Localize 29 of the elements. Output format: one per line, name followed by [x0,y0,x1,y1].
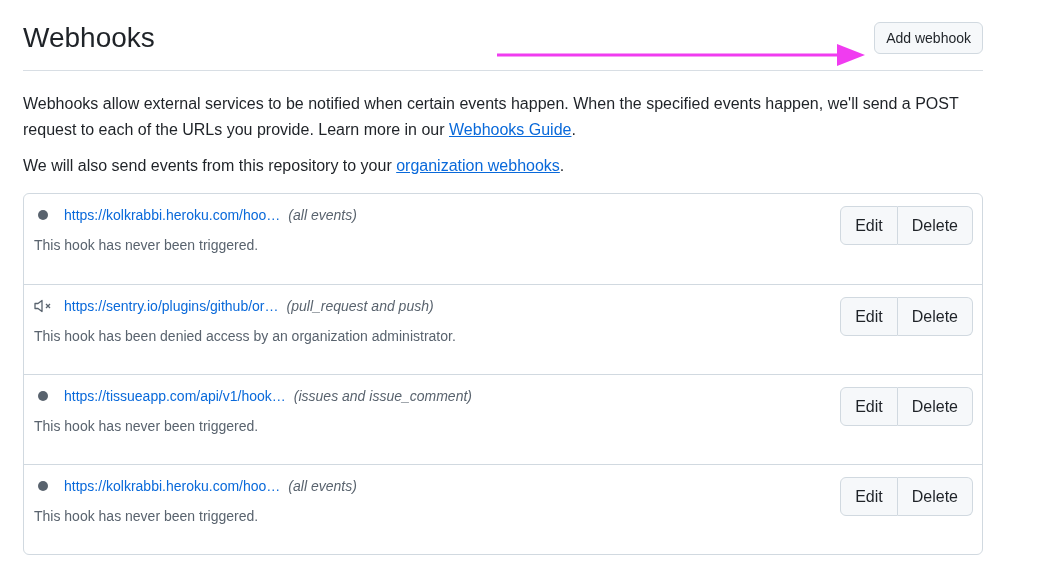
status-dot-icon [38,481,48,491]
hook-status: This hook has never been triggered. [34,507,260,526]
hook-url-link[interactable]: https://sentry.io/plugins/github/or… [64,296,279,316]
hook-events: (pull_request and push) [286,297,434,316]
hook-url-link[interactable]: https://kolkrabbi.heroku.com/hoo… [64,476,281,496]
hook-url-link[interactable]: https://kolkrabbi.heroku.com/hoo… [64,205,281,225]
status-dot-icon [38,391,48,401]
hook-events: (issues and issue_comment) [293,387,472,406]
hook-events: (all events) [288,477,357,496]
hook-url-link[interactable]: https://tissueapp.com/api/v1/hook… [64,386,286,406]
edit-button[interactable]: Edit [840,297,898,336]
delete-button[interactable]: Delete [897,297,973,336]
hook-status: This hook has never been triggered. [34,417,260,436]
hook-status: This hook has never been triggered. [34,236,260,255]
org-webhooks-link[interactable]: organization webhooks [396,157,560,174]
intro-text: Webhooks allow external services to be notified when certain events happen. When the specified events happen, we'll send a POST request to each of the URLs you provide. Learn more in our Webhooks Guide. [23,94,960,140]
edit-button[interactable]: Edit [840,387,898,426]
delete-button[interactable]: Delete [897,477,973,516]
page-title: Webhooks [23,21,155,55]
hook-events: (all events) [288,206,357,225]
status-dot-icon [38,210,48,220]
org-note-text: We will also send events from this repository to your organization webhooks. [23,156,566,176]
hook-status: This hook has been denied access by an organization administrator. [34,327,456,346]
guide-link[interactable]: Webhooks Guide [449,121,572,138]
edit-button[interactable]: Edit [840,477,898,516]
delete-button[interactable]: Delete [897,206,973,245]
edit-button[interactable]: Edit [840,206,898,245]
delete-button[interactable]: Delete [897,387,973,426]
add-webhook-button[interactable]: Add webhook [874,22,983,54]
